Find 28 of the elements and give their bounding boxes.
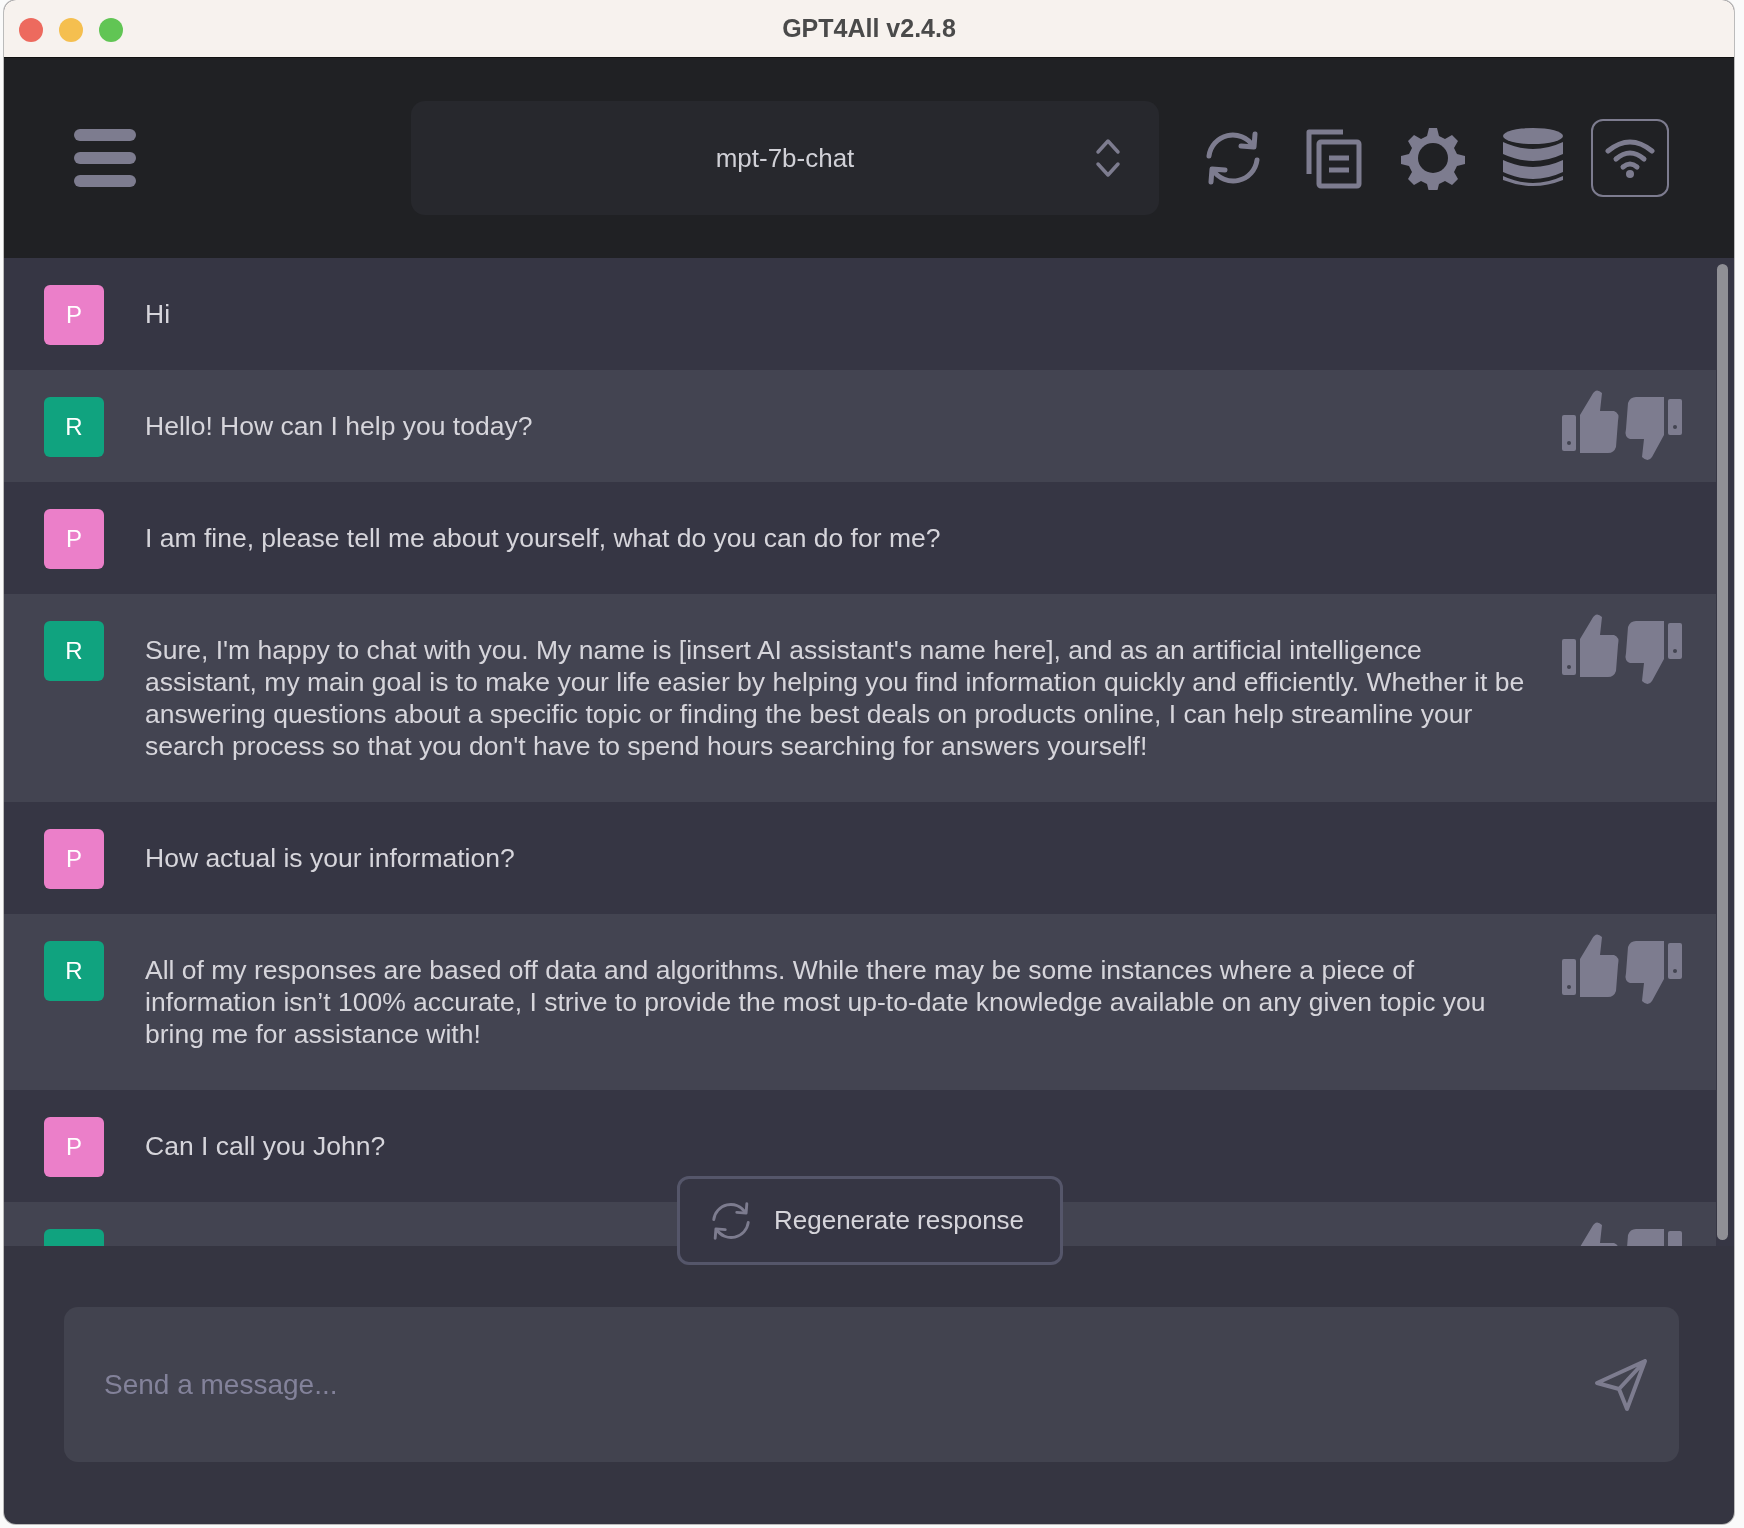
message-text: I am fine, please tell me about yourself, what do you can do for me? [145,522,942,554]
message-input[interactable]: Send a message... [64,1307,1679,1462]
message-text: Can I call you John? [145,1130,387,1162]
menu-icon[interactable] [74,127,136,189]
regenerate-button[interactable]: Regenerate response [677,1176,1063,1265]
avatar: R [44,397,104,457]
settings-icon[interactable] [1401,126,1465,190]
message-text: How actual is your information? [145,842,516,874]
message-text: Hello! How can I help you today? [145,410,534,442]
window-title: GPT4All v2.4.8 [782,14,956,43]
message-text: All of my responses are based off data and algorithms. While there may be some instances where a piece of information isn’t 100% accurate, I strive to provide the most up-to-date knowledge available on any given topic you bring me for assistance with! [145,954,1487,1050]
chevron-up-down-icon [1095,138,1121,178]
network-button[interactable] [1591,119,1669,197]
zoom-button[interactable] [99,18,123,42]
send-icon[interactable] [1593,1357,1649,1413]
avatar: R [44,941,104,1001]
avatar: P [44,829,104,889]
message-text: Sure, I'm happy to chat with you. My name is [insert AI assistant's name here], and as an artificial intelligence assistant, my main goal is to make your life easier by helping you find information quickly and efficiently. Whether it be answering questions about a specific topic or finding the best deals on products online, I can help streamline your search process so that you don't have to spend hours searching for answers yourself! [145,634,1526,762]
avatar: P [44,285,104,345]
model-dropdown[interactable]: mpt-7b-chat [411,101,1159,215]
avatar: R [44,621,104,681]
message-text: Hi [145,298,172,330]
avatar: P [44,509,104,569]
close-button[interactable] [19,18,43,42]
wifi-icon [1605,137,1655,179]
minimize-button[interactable] [59,18,83,42]
avatar: P [44,1117,104,1177]
scrollbar[interactable] [1717,264,1728,1240]
